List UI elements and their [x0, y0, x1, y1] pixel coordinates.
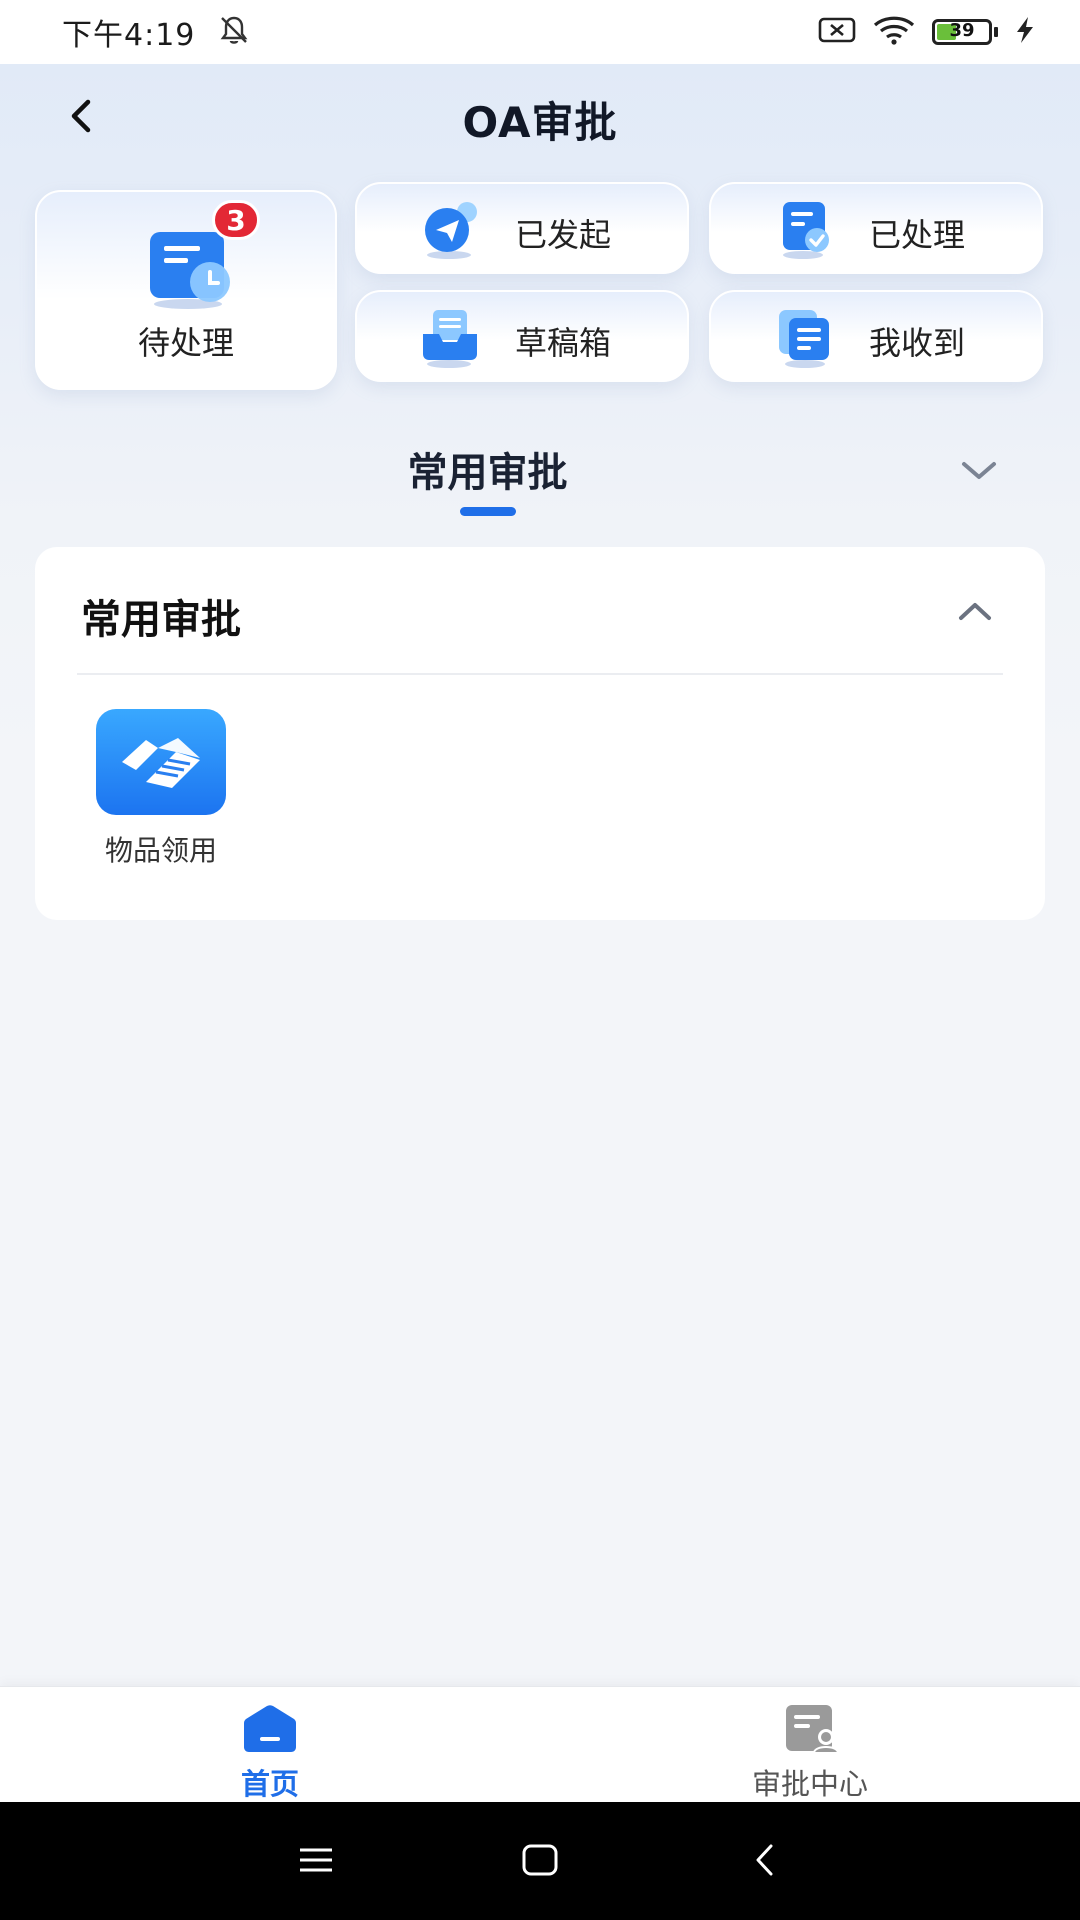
card-title: 常用审批: [81, 597, 241, 643]
tab-expand-button[interactable]: [956, 450, 1002, 490]
bottom-nav: 首页 审批中心: [0, 1686, 1080, 1802]
tile-pending-label: 待处理: [137, 324, 234, 362]
app-item-goods-requisition[interactable]: 物品领用: [75, 709, 226, 867]
back-button[interactable]: [50, 86, 114, 150]
system-nav: [0, 1802, 1080, 1920]
nav-approval-center[interactable]: 审批中心: [660, 1687, 960, 1803]
home-icon: [240, 1703, 300, 1755]
tile-initiated-label: 已发起: [515, 216, 612, 254]
bell-off-icon: [217, 13, 251, 51]
battery-body: 39: [932, 19, 992, 45]
approval-center-icon: [780, 1703, 840, 1755]
battery-tip: [994, 27, 998, 37]
handshake-icon: [96, 709, 226, 815]
system-back-button[interactable]: [736, 1832, 796, 1892]
status-bar: 下午4:19 39: [0, 0, 1080, 64]
tile-processed-label: 已处理: [869, 216, 966, 254]
back-icon: [751, 1842, 781, 1882]
card-collapse-button[interactable]: [953, 593, 997, 631]
tile-processed[interactable]: 已处理: [709, 182, 1043, 274]
wifi-icon: [872, 14, 916, 50]
status-time: 下午4:19: [62, 18, 196, 53]
page-title: OA审批: [462, 97, 618, 147]
system-home-button[interactable]: [510, 1832, 570, 1892]
status-right: 39: [818, 14, 1036, 50]
nav-home-label: 首页: [240, 1767, 299, 1801]
tab-common-approvals[interactable]: 常用审批: [0, 440, 975, 498]
home-square-icon: [520, 1842, 560, 1882]
common-approvals-card: 常用审批 物品领用: [35, 547, 1045, 920]
nav-home[interactable]: 首页: [120, 1687, 420, 1803]
sim-x-icon: [818, 16, 856, 48]
chevron-down-icon: [956, 462, 1002, 494]
card-divider: [77, 673, 1003, 675]
tile-initiated[interactable]: 已发起: [355, 182, 689, 274]
tile-pending-label-wrap: 待处理: [35, 318, 337, 364]
menu-button[interactable]: [286, 1832, 346, 1892]
nav-approval-center-label: 审批中心: [751, 1767, 868, 1801]
menu-icon: [296, 1845, 336, 1879]
app-label: 物品领用: [104, 834, 217, 867]
tile-drafts-label: 草稿箱: [515, 324, 612, 362]
chevron-up-icon: [953, 603, 997, 635]
screen: 下午4:19 39 OA审批 3 待处理 已发起 已处理 草稿箱 我收到 常用审…: [0, 0, 1080, 1920]
chevron-left-icon: [64, 96, 100, 140]
battery-icon: 39: [932, 19, 998, 45]
tile-received-label: 我收到: [869, 324, 966, 362]
tab-indicator: [460, 507, 516, 516]
battery-level: 39: [949, 20, 975, 41]
header: OA审批: [0, 64, 1080, 174]
tile-received[interactable]: 我收到: [709, 290, 1043, 382]
charging-icon: [1014, 15, 1036, 49]
status-left: 下午4:19: [62, 10, 251, 54]
tile-drafts[interactable]: 草稿箱: [355, 290, 689, 382]
pending-badge: 3: [212, 200, 260, 240]
